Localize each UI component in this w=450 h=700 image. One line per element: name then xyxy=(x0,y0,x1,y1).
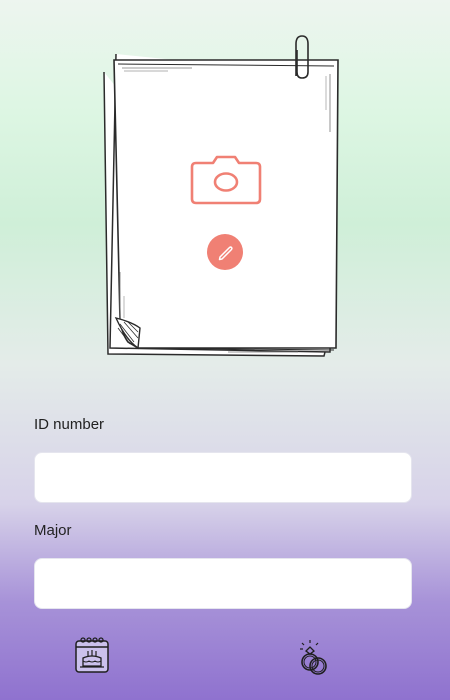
marriage-button[interactable] xyxy=(292,634,336,678)
add-photo-button[interactable] xyxy=(189,155,263,205)
birthday-button[interactable] xyxy=(74,636,110,674)
id-number-label: ID number xyxy=(34,416,105,433)
pencil-icon xyxy=(218,246,233,261)
camera-icon xyxy=(190,155,262,205)
birthday-calendar-icon xyxy=(75,637,109,673)
major-field[interactable] xyxy=(34,558,412,609)
edit-photo-button[interactable] xyxy=(207,234,243,270)
id-number-field[interactable] xyxy=(34,452,412,503)
wedding-rings-icon xyxy=(300,640,327,675)
major-label: Major xyxy=(34,522,72,539)
app-screen: { "photo": { "camera_icon": "camera-icon… xyxy=(0,0,450,700)
